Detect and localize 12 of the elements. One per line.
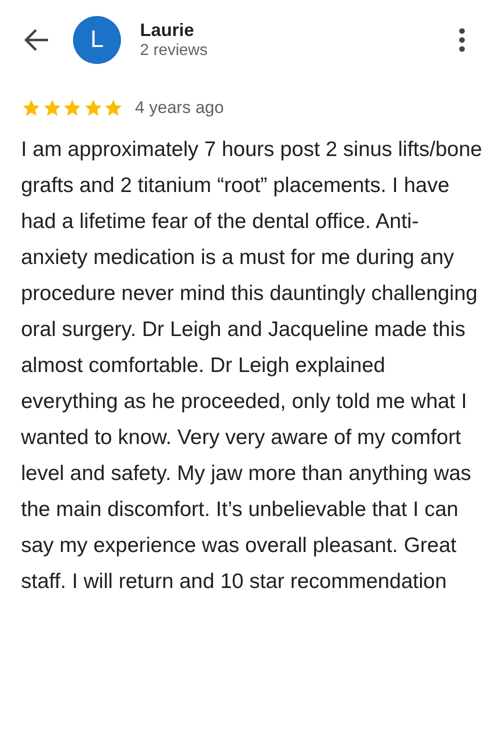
back-arrow-icon <box>23 28 49 52</box>
star-icon <box>82 98 104 118</box>
star-icon <box>103 98 124 118</box>
reviewer-name: Laurie <box>140 19 196 41</box>
more-icon <box>459 28 465 52</box>
review-count: 2 reviews <box>140 41 209 61</box>
star-icon <box>21 98 42 118</box>
review-time: 4 years ago <box>134 98 224 118</box>
star-icon <box>62 98 83 118</box>
review-text: I am approximately 7 hours post 2 sinus lifts/bone grafts and 2 titanium “root” placements. I have had a lifetime fear of the dental office. Anti-anxiety medication is a must for me during any procedure never mind this dauntingly challenging oral surgery. Dr Leigh and Jacqueline made this almost comfortable. Dr Leigh explained everything as he proceeded, only told me what I wanted to know. Very very aware of my comfort level and safety. My jaw more than anything was the main discomfort. It’s unbelievable that I can say my experience was overall pleasant. Great staff. I will return and 10 star recommendation <box>21 137 483 595</box>
avatar: L <box>73 16 121 64</box>
star-icon <box>42 98 62 118</box>
